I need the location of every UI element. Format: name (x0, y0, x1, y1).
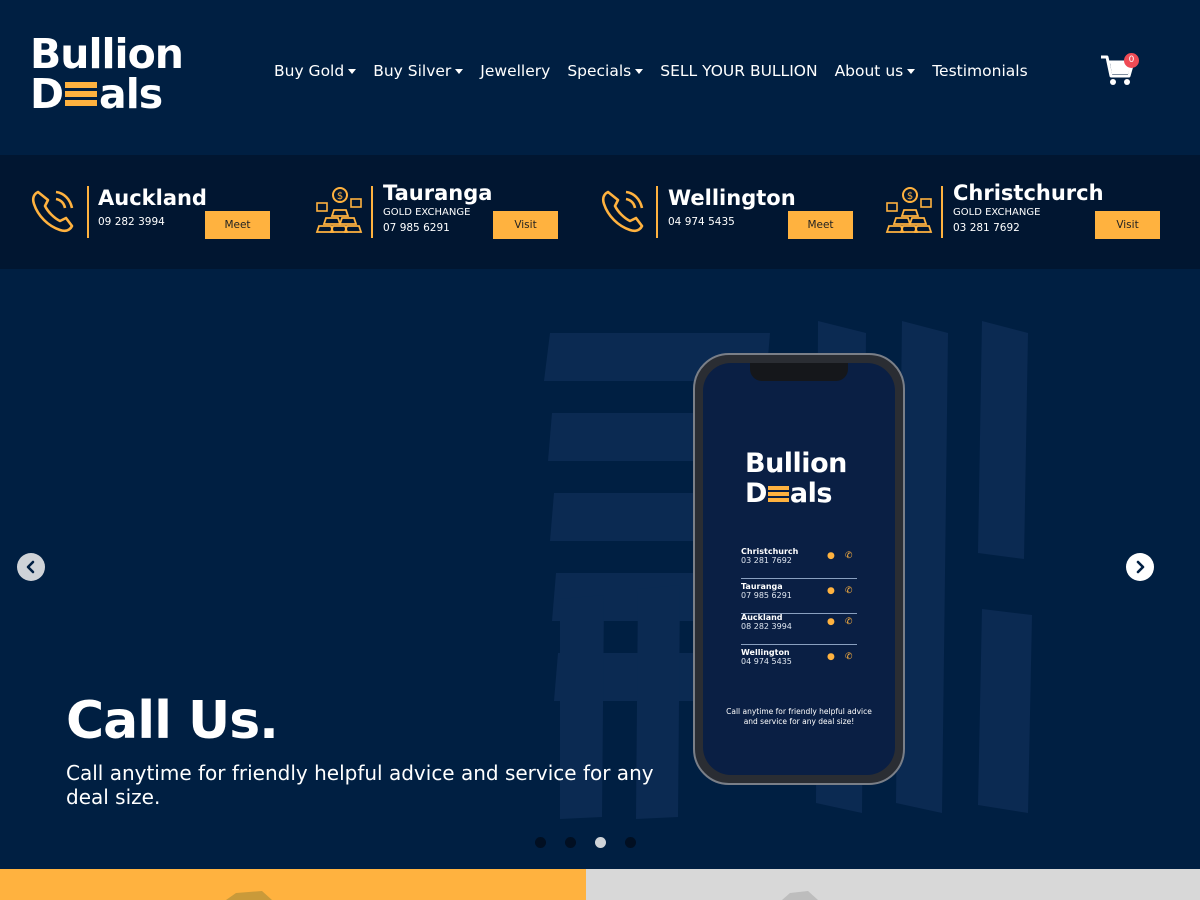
phone-contact-city: Christchurch (741, 547, 799, 556)
logo-letters-als: als (99, 70, 163, 118)
phone-contact-row: Wellington 04 974 5435 ● ✆ (741, 648, 857, 680)
logo-letter-d: D (30, 70, 64, 118)
phone-logo-line1: Bullion (745, 448, 847, 479)
hero-carousel: Bullion D als Christchurch 03 281 7692 ●… (0, 269, 1200, 869)
phone-logo-line2: D als (745, 479, 847, 509)
phone-contact-row: Christchurch 03 281 7692 ● ✆ (741, 547, 857, 579)
chevron-right-icon (1136, 560, 1145, 574)
carousel-dot-1[interactable] (535, 837, 546, 848)
carousel-dot-2[interactable] (565, 837, 576, 848)
phone-contact-row: Auckland 08 282 3994 ● ✆ (741, 613, 857, 645)
nav-specials[interactable]: Specials (567, 62, 644, 80)
chat-icon: ● (827, 652, 835, 662)
phone-logo: Bullion D als (745, 449, 847, 509)
hero-title: Call Us. (66, 691, 279, 751)
locations-bar: Auckland 09 282 3994 Meet $ Tauranga GOL… (0, 155, 1200, 269)
hero-subtitle: Call anytime for friendly helpful advice… (66, 761, 654, 809)
cart-button[interactable]: 0 (1100, 53, 1140, 88)
phone-logo-letters-als: als (789, 478, 833, 509)
visit-button[interactable]: Visit (1095, 211, 1160, 239)
gold-bar-image (226, 891, 272, 900)
phone-contact-row: Tauranga 07 985 6291 ● ✆ (741, 582, 857, 614)
nav-buy-silver[interactable]: Buy Silver (373, 62, 464, 80)
phone-contact-number: 07 985 6291 (741, 591, 792, 600)
chevron-down-icon (907, 68, 916, 74)
nav-testimonials[interactable]: Testimonials (932, 62, 1027, 80)
site-header: Bullion D als Buy Gold Buy Silver Jewell… (0, 0, 1200, 155)
chevron-down-icon (348, 68, 357, 74)
location-phone: 03 281 7692 (953, 222, 1020, 234)
logo-line2: D als (30, 70, 190, 118)
site-logo[interactable]: Bullion D als (30, 30, 190, 118)
chevron-left-icon (26, 560, 35, 574)
carousel-next-button[interactable] (1126, 553, 1154, 581)
chevron-down-icon (635, 68, 644, 74)
logo-line1: Bullion (30, 30, 184, 78)
phone-icon: ✆ (845, 617, 853, 627)
main-nav: Buy Gold Buy Silver Jewellery Specials S… (274, 62, 1045, 80)
chevron-down-icon (455, 68, 464, 74)
svg-text:$: $ (907, 191, 913, 202)
carousel-dot-4[interactable] (625, 837, 636, 848)
phone-note: Call anytime for friendly helpful advice… (726, 707, 872, 726)
phone-contact-number: 04 974 5435 (741, 657, 792, 666)
logo-bars-icon (65, 82, 98, 106)
phone-contact-number: 08 282 3994 (741, 622, 792, 631)
nav-buy-gold[interactable]: Buy Gold (274, 62, 357, 80)
phone-logo-letter-d: D (745, 478, 767, 509)
location-city: Christchurch (953, 181, 1104, 205)
phone-icon: ✆ (845, 652, 853, 662)
carousel-dot-3[interactable] (595, 837, 606, 848)
gold-category-tile[interactable] (0, 869, 586, 900)
silver-bar-image (782, 891, 818, 900)
phone-icon: ✆ (845, 586, 853, 596)
chat-icon: ● (827, 617, 835, 627)
phone-notch (750, 363, 848, 381)
location-divider (941, 186, 943, 238)
phone-contact-city: Wellington (741, 648, 790, 657)
silver-category-tile[interactable] (586, 869, 1200, 900)
nav-about-us[interactable]: About us (835, 62, 916, 80)
phone-mockup: Bullion D als Christchurch 03 281 7692 ●… (693, 353, 905, 785)
phone-contact-city: Auckland (741, 613, 783, 622)
phone-screen: Bullion D als Christchurch 03 281 7692 ●… (703, 363, 895, 775)
phone-contact-number: 03 281 7692 (741, 556, 792, 565)
chat-icon: ● (827, 586, 835, 596)
logo-bars-icon (767, 486, 789, 502)
carousel-prev-button[interactable] (17, 553, 45, 581)
carousel-indicators (535, 837, 636, 848)
nav-jewellery[interactable]: Jewellery (480, 62, 550, 80)
phone-contact-city: Tauranga (741, 582, 783, 591)
cart-count-badge: 0 (1124, 53, 1139, 68)
nav-sell-your-bullion[interactable]: SELL YOUR BULLION (660, 62, 817, 80)
gold-bars-icon: $ (885, 187, 933, 233)
phone-icon: ✆ (845, 551, 853, 561)
location-tagline: GOLD EXCHANGE (953, 207, 1041, 218)
chat-icon: ● (827, 551, 835, 561)
location-christchurch: $ Christchurch GOLD EXCHANGE 03 281 7692… (0, 155, 1170, 269)
